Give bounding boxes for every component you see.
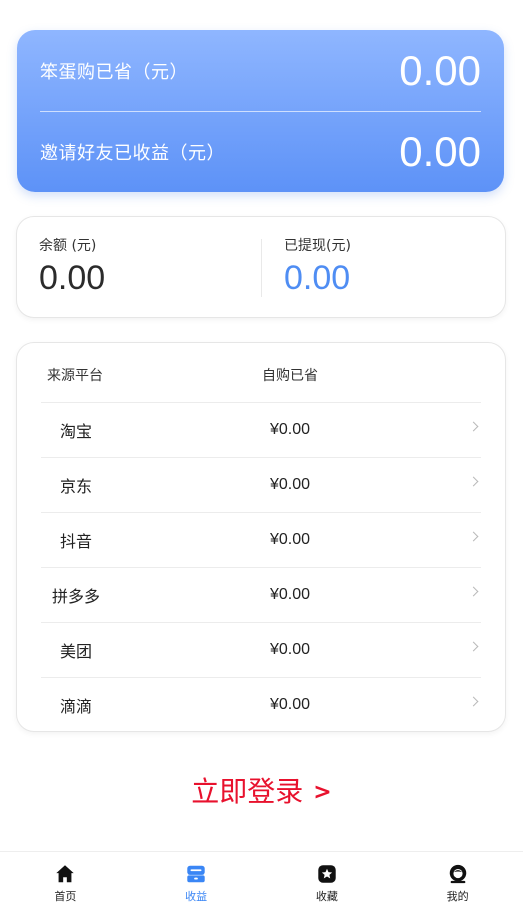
chevron-right-icon: [468, 421, 479, 432]
tab-label: 收藏: [315, 890, 338, 903]
platform-row-taobao[interactable]: 淘宝 ¥0.00: [41, 402, 481, 457]
header-saved: 自购已省: [262, 368, 318, 384]
balance-divider: [261, 239, 262, 297]
platform-amount: ¥0.00: [270, 476, 311, 493]
earnings-icon: [187, 865, 205, 883]
platform-name: 京东: [59, 477, 92, 496]
withdrawn-value: 0.00: [284, 259, 351, 297]
tab-favorites[interactable]: 收藏: [262, 852, 393, 908]
chevron-right-icon: [468, 531, 479, 542]
hero-divider: [40, 111, 481, 112]
header-source: 来源平台: [47, 368, 103, 384]
chevron-right-icon: [468, 641, 479, 652]
balance-label: 余额 (元): [39, 238, 97, 254]
platform-amount: ¥0.00: [270, 421, 311, 438]
balance-column[interactable]: 余额 (元) 0.00: [39, 235, 105, 298]
platform-row-didi[interactable]: 滴滴 ¥0.00: [41, 677, 481, 732]
tab-label: 收益: [185, 890, 208, 903]
platform-amount: ¥0.00: [270, 586, 311, 603]
invite-value: 0.00: [399, 128, 481, 175]
invite-label: 邀请好友已收益（元）: [40, 143, 225, 164]
withdrawn-label: 已提现(元): [284, 238, 351, 254]
profile-icon: [449, 864, 466, 884]
platform-amount: ¥0.00: [270, 641, 311, 658]
tab-label: 我的: [446, 890, 469, 903]
favorite-icon: [318, 865, 336, 883]
platform-name: 美团: [59, 642, 92, 661]
platform-row-douyin[interactable]: 抖音 ¥0.00: [41, 512, 481, 567]
platform-amount: ¥0.00: [270, 696, 311, 713]
withdrawn-column[interactable]: 已提现(元) 0.00: [284, 235, 351, 298]
balance-card: 余额 (元) 0.00 已提现(元) 0.00: [16, 216, 506, 318]
platform-rows: 淘宝 ¥0.00 京东 ¥0.00 抖音 ¥0.00 拼多多 ¥0.00 美团 …: [41, 402, 481, 732]
home-icon: [56, 865, 75, 883]
platform-amount: ¥0.00: [270, 531, 311, 548]
saved-label: 笨蛋购已省（元）: [40, 62, 188, 83]
chevron-right-icon: [468, 476, 479, 487]
chevron-right-icon: [468, 696, 479, 707]
saved-value: 0.00: [399, 47, 481, 94]
balance-value: 0.00: [39, 259, 106, 297]
tab-label: 首页: [54, 890, 77, 903]
invite-row: 邀请好友已收益（元） 0.00: [40, 122, 481, 182]
platform-row-meituan[interactable]: 美团 ¥0.00: [41, 622, 481, 677]
platform-row-jd[interactable]: 京东 ¥0.00: [41, 457, 481, 512]
platform-name: 拼多多: [51, 587, 100, 606]
login-arrow-icon: >: [313, 780, 332, 805]
bottom-tab-bar: 首页 收益 收藏 我的: [0, 851, 523, 908]
tab-earnings[interactable]: 收益: [131, 852, 262, 908]
savings-summary-card: 笨蛋购已省（元） 0.00 邀请好友已收益（元） 0.00: [17, 30, 504, 192]
login-button[interactable]: 立即登录 >: [0, 770, 523, 810]
login-label: 立即登录: [191, 775, 304, 808]
saved-row: 笨蛋购已省（元） 0.00: [40, 41, 481, 101]
tab-profile[interactable]: 我的: [392, 852, 523, 908]
platform-name: 抖音: [59, 532, 92, 551]
platform-name: 滴滴: [59, 697, 92, 716]
platform-row-pinduoduo[interactable]: 拼多多 ¥0.00: [41, 567, 481, 622]
tab-home[interactable]: 首页: [0, 852, 131, 908]
platform-savings-table: 来源平台 自购已省 淘宝 ¥0.00 京东 ¥0.00 抖音 ¥0.00 拼多多…: [16, 342, 506, 732]
platform-name: 淘宝: [59, 422, 92, 441]
chevron-right-icon: [468, 586, 479, 597]
